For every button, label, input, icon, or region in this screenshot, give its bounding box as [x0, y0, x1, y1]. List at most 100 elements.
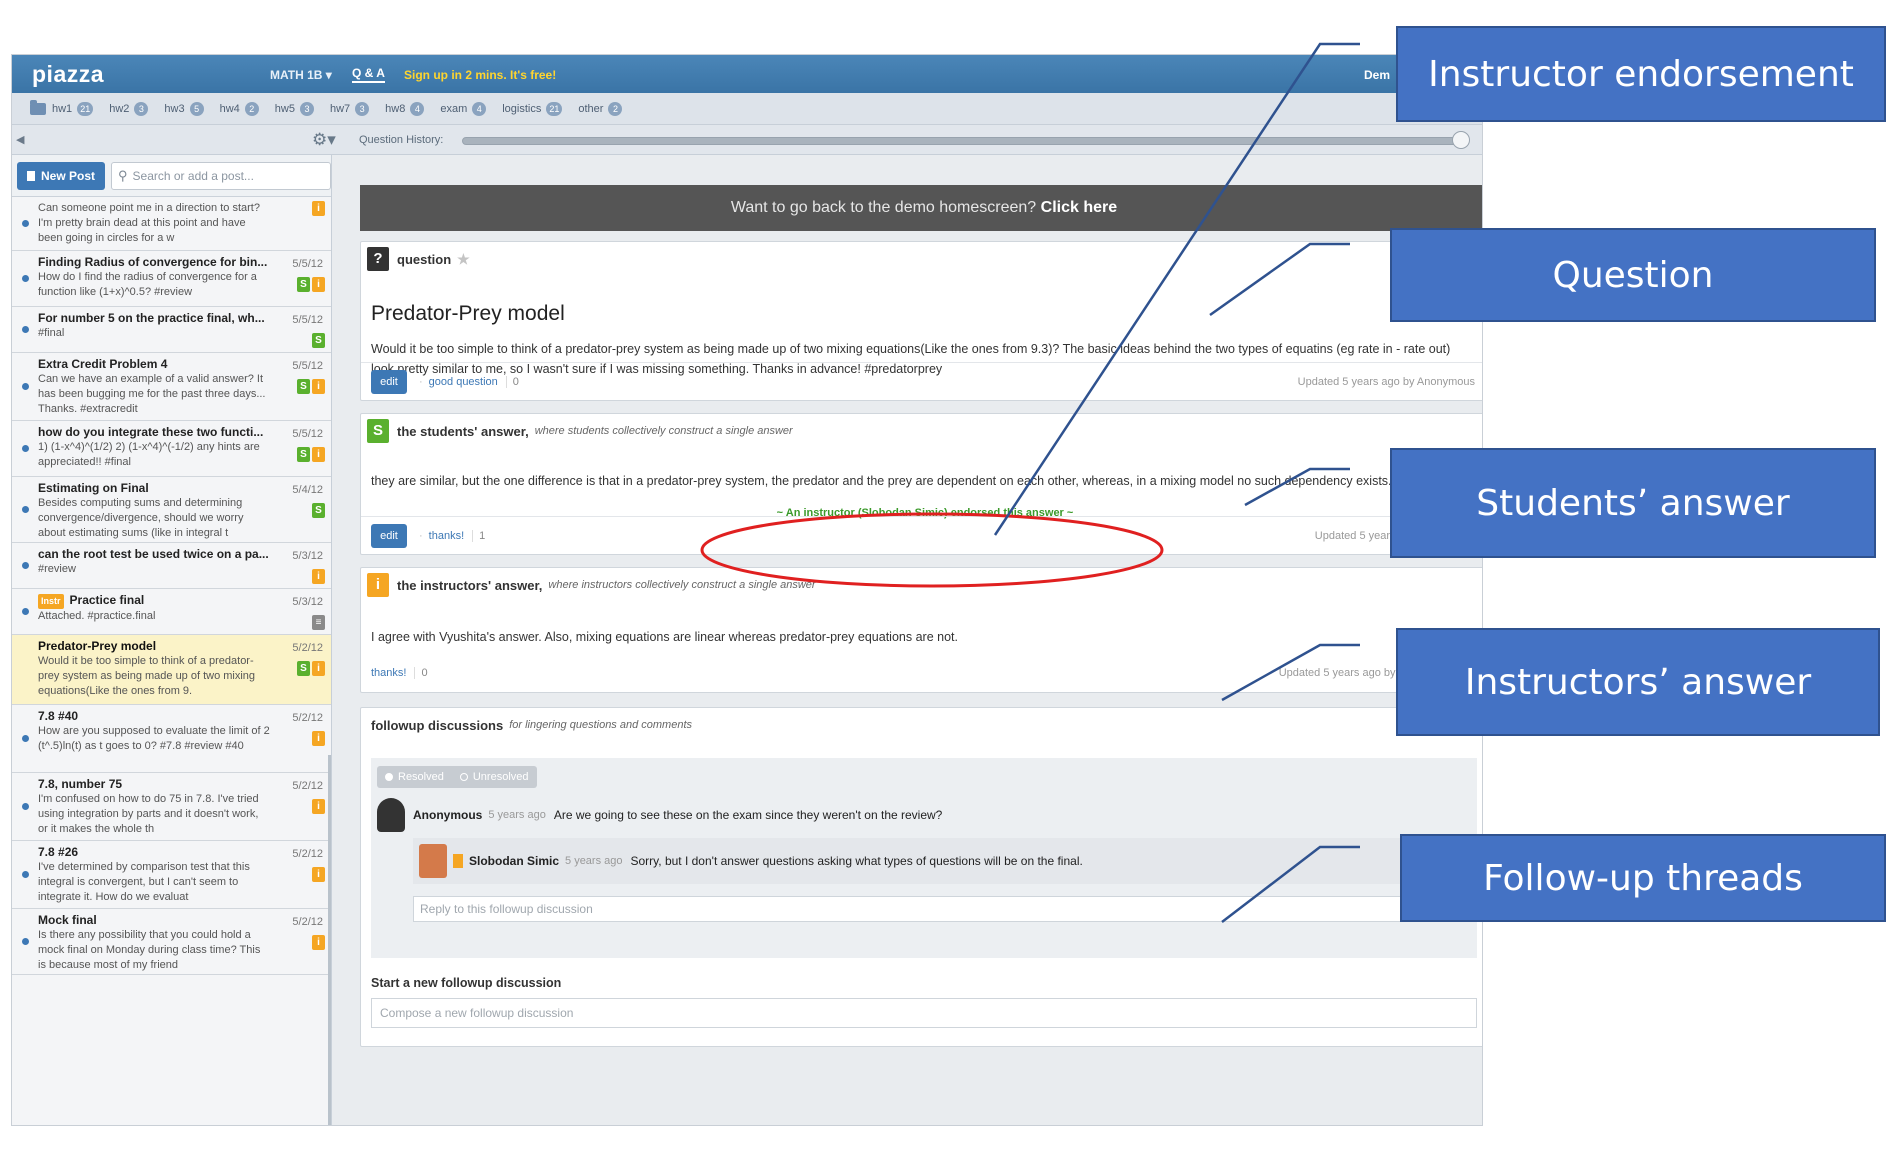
- feed-item[interactable]: Instr Practice final Attached. #practice.f…: [12, 589, 331, 635]
- question-history-slider[interactable]: [462, 137, 1462, 145]
- followup-post: Anonymous 5 years ago Are we going to se…: [377, 798, 1467, 832]
- instructors-answer-footer: thanks! 0 Updated 5 years ago by Sloboda…: [361, 654, 1482, 692]
- feed-item[interactable]: For number 5 on the practice final, wh..…: [12, 307, 331, 353]
- feed-item-badges: i: [310, 731, 325, 746]
- feed-item-title-text: 7.8 #26: [38, 845, 79, 859]
- feed-item[interactable]: 7.8 #40 How are you supposed to evaluate …: [12, 705, 331, 773]
- new-post-button[interactable]: New Post: [17, 161, 105, 190]
- feed-item-badges: S: [310, 503, 325, 518]
- folder-count-badge: 3: [134, 101, 149, 116]
- good-question-link[interactable]: good question: [429, 376, 498, 388]
- feed-item[interactable]: Finding Radius of convergence for bin...…: [12, 251, 331, 307]
- instructor-answer-badge-icon: i: [312, 935, 325, 950]
- thanks-link[interactable]: thanks!: [371, 667, 406, 679]
- students-answer-card: S the students' answer, where students c…: [360, 413, 1482, 555]
- search-input[interactable]: ⚲ Search or add a post...: [111, 161, 331, 190]
- folder-hw1[interactable]: hw1 21: [52, 101, 94, 116]
- compose-followup-input[interactable]: Compose a new followup discussion: [371, 998, 1477, 1028]
- unresolved-option[interactable]: Unresolved: [452, 766, 537, 788]
- feed-item-title: For number 5 on the practice final, wh..…: [38, 311, 271, 326]
- feed-item[interactable]: Extra Credit Problem 4 Can we have an exa…: [12, 353, 331, 421]
- question-footer: edit · good question 0 Updated 5 years a…: [361, 362, 1482, 400]
- folder-logistics[interactable]: logistics 21: [502, 101, 563, 116]
- star-icon[interactable]: ★: [457, 251, 470, 268]
- edit-students-answer-button[interactable]: edit: [371, 523, 407, 548]
- feed-item-snippet: Besides computing sums and determining c…: [38, 497, 244, 539]
- instructors-answer-header: i the instructors' answer, where instruc…: [361, 568, 1482, 602]
- demo-banner[interactable]: Want to go back to the demo homescreen? …: [360, 185, 1482, 231]
- resolved-option[interactable]: Resolved: [377, 766, 452, 788]
- signup-link[interactable]: Sign up in 2 mins. It's free!: [404, 68, 556, 82]
- folder-count-badge: 2: [244, 101, 259, 116]
- piazza-app-window: piazza MATH 1B ▾ Q & A Sign up in 2 mins…: [11, 54, 1483, 1126]
- feed-item-title: Instr Practice final: [38, 593, 271, 609]
- banner-link[interactable]: Click here: [1041, 199, 1117, 216]
- edit-question-button[interactable]: edit: [371, 369, 407, 394]
- feed-item-title: 7.8 #26: [38, 845, 271, 860]
- student-answer-badge-icon: S: [297, 277, 310, 292]
- gear-icon[interactable]: ⚙▾: [312, 130, 336, 150]
- reply-input[interactable]: Reply to this followup discussion: [413, 896, 1467, 922]
- feed-item-date: 5/2/12: [292, 916, 323, 928]
- unread-dot-icon: [22, 870, 29, 878]
- feed-item-title-text: can the root test be used twice on a pa.…: [38, 547, 269, 561]
- followups-heading: followup discussions: [371, 717, 504, 733]
- feed-item-title: 7.8 #40: [38, 709, 271, 724]
- thanks-link[interactable]: thanks!: [429, 530, 464, 542]
- tool-row: ◀ ⚙▾ Question History:: [12, 125, 1482, 155]
- feed-item-snippet: Is there any possibility that you could …: [38, 929, 261, 971]
- feed-item[interactable]: 7.8 #26 I've determined by comparison tes…: [12, 841, 331, 909]
- feed-item[interactable]: can the root test be used twice on a pa.…: [12, 543, 331, 589]
- folder-other[interactable]: other 2: [578, 101, 623, 116]
- feed-item-snippet: Would it be too simple to think of a pre…: [38, 655, 256, 697]
- course-dropdown[interactable]: MATH 1B ▾: [270, 68, 332, 82]
- callout-students-answer: Students’ answer: [1390, 448, 1876, 558]
- unread-dot-icon: [22, 607, 29, 615]
- piazza-logo[interactable]: piazza: [32, 61, 104, 88]
- feed-item[interactable]: Mock final Is there any possibility that …: [12, 909, 331, 975]
- tab-qa[interactable]: Q & A: [352, 66, 385, 83]
- folder-hw2[interactable]: hw2 3: [109, 101, 149, 116]
- collapse-arrow-icon[interactable]: ◀: [16, 133, 24, 146]
- feed-item[interactable]: how do you integrate these two functi...…: [12, 421, 331, 477]
- reply-author: Slobodan Simic: [469, 854, 560, 868]
- user-menu[interactable]: Dem: [1364, 68, 1390, 82]
- feed-list: Can someone point me in a direction to s…: [12, 197, 331, 975]
- folder-hw5[interactable]: hw5 3: [274, 101, 314, 116]
- folder-hw4[interactable]: hw4 2: [220, 101, 259, 116]
- feed-item[interactable]: Can someone point me in a direction to s…: [12, 197, 331, 251]
- resolved-label: Resolved: [398, 771, 444, 783]
- feed-item-date: 5/2/12: [292, 848, 323, 860]
- folder-hw7[interactable]: hw7 3: [330, 101, 370, 116]
- feed-item-badges: i: [310, 569, 325, 584]
- feed-item[interactable]: 7.8, number 75 I'm confused on how to do …: [12, 773, 331, 841]
- feed-item-title-text: 7.8 #40: [38, 709, 79, 723]
- feed-item-title: Mock final: [38, 913, 271, 928]
- folder-hw3[interactable]: hw3 5: [164, 101, 204, 116]
- student-answer-badge-icon: S: [297, 661, 310, 676]
- folder-count-badge: 21: [77, 101, 94, 116]
- question-title: Predator-Prey model: [371, 302, 565, 325]
- unread-dot-icon: [22, 325, 29, 333]
- separator-dot: ·: [419, 375, 423, 388]
- feed-item-snippet: Attached. #practice.final: [38, 610, 156, 622]
- folder-icon: [30, 99, 46, 115]
- resolved-toggle[interactable]: Resolved Unresolved: [377, 766, 537, 788]
- feed-item-date: 5/4/12: [292, 484, 323, 496]
- feed-item-date: 5/3/12: [292, 596, 323, 608]
- instructors-answer-card: i the instructors' answer, where instruc…: [360, 567, 1482, 693]
- question-history-slider-handle[interactable]: [1452, 131, 1470, 149]
- folder-hw8[interactable]: hw8 4: [385, 101, 425, 116]
- folder-name: hw2: [109, 102, 130, 115]
- callout-question: Question: [1390, 228, 1876, 322]
- feed-item-snippet: I'm confused on how to do 75 in 7.8. I'v…: [38, 793, 259, 835]
- start-followup-label: Start a new followup discussion: [371, 976, 562, 990]
- feed-item[interactable]: Predator-Prey model Would it be too simpl…: [12, 635, 331, 705]
- feed-item[interactable]: Estimating on Final Besides computing sum…: [12, 477, 331, 543]
- feed-item-title: Estimating on Final: [38, 481, 271, 496]
- feed-item-title-text: Mock final: [38, 913, 97, 927]
- feed-item-snippet: #review: [38, 563, 76, 575]
- folder-name: hw5: [274, 102, 295, 115]
- folder-exam[interactable]: exam 4: [440, 101, 487, 116]
- feed-item-title-text: Finding Radius of convergence for bin...: [38, 255, 268, 269]
